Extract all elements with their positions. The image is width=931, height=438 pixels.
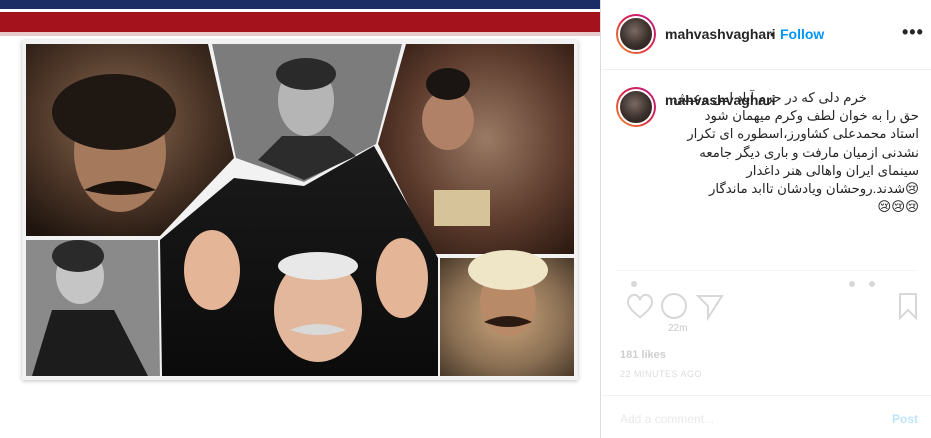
hair-bottom-right — [468, 250, 548, 290]
faded-top-icons — [631, 281, 875, 287]
hat-top-right — [426, 68, 470, 100]
post-caption: mahvashvaghari خرم دلی که در حرم آباد ام… — [602, 71, 931, 334]
likes-count[interactable]: 181 likes — [620, 349, 666, 361]
bookmark-icon[interactable] — [899, 293, 917, 321]
collage-svg — [26, 44, 574, 376]
caption-text: خرم دلی که در حرم آباد امن وعیش حق را به… — [665, 89, 919, 216]
follow-button[interactable]: Follow — [780, 26, 824, 42]
comment-input[interactable]: Add a comment... — [620, 412, 714, 426]
caption-line: 😢شدند.روحشان ویادشان تاابد ماندگار — [708, 181, 919, 197]
post-header: mahvashvaghari • Follow ••• — [602, 0, 931, 70]
post-media[interactable] — [0, 0, 601, 438]
post-comment-button[interactable]: Post — [892, 412, 918, 426]
hair-top-left — [52, 74, 176, 150]
caption-line: 😢😢😢 — [877, 199, 919, 215]
post-side-panel: mahvashvaghari • Follow ••• mahvashvagha… — [602, 0, 931, 438]
hair-center — [278, 252, 358, 280]
comment-icon[interactable] — [661, 293, 687, 319]
caption-avatar-image — [618, 89, 654, 125]
caption-line: خرم دلی که در حرم آباد امن وعیش — [673, 90, 867, 105]
photo-collage — [22, 40, 578, 380]
more-options-icon[interactable]: ••• — [902, 22, 924, 43]
caption-line: حق را به خوان لطف وکرم میهمان شود — [704, 108, 919, 124]
caption-avatar[interactable] — [616, 87, 656, 127]
hair-bottom-left — [52, 240, 104, 272]
banner-pink-stripe — [0, 32, 600, 36]
comment-divider — [602, 395, 931, 396]
object-top-right — [434, 190, 490, 226]
actions-divider — [616, 270, 917, 271]
hand-left-center — [184, 230, 240, 310]
action-bar — [626, 281, 917, 322]
author-avatar[interactable] — [616, 14, 656, 54]
hair-top-center — [276, 58, 336, 90]
hand-right-center — [376, 238, 428, 318]
banner-red-stripe — [0, 12, 600, 32]
separator-dot: • — [770, 26, 775, 42]
avatar-image — [618, 16, 654, 52]
caption-line: استاد محمدعلی کشاورز،اسطوره ای تکرار — [687, 126, 919, 142]
author-username[interactable]: mahvashvaghari — [665, 26, 776, 42]
heart-icon[interactable] — [626, 294, 654, 319]
caption-line: نشدنی ازمیان مارفت و باری دیگر جامعه — [699, 144, 919, 160]
caption-line: سینمای ایران واهالی هنر داغدار — [746, 162, 919, 178]
share-icon[interactable] — [695, 295, 724, 322]
banner-blue-stripe — [0, 0, 600, 9]
post-age: 22 MINUTES AGO — [620, 369, 703, 379]
